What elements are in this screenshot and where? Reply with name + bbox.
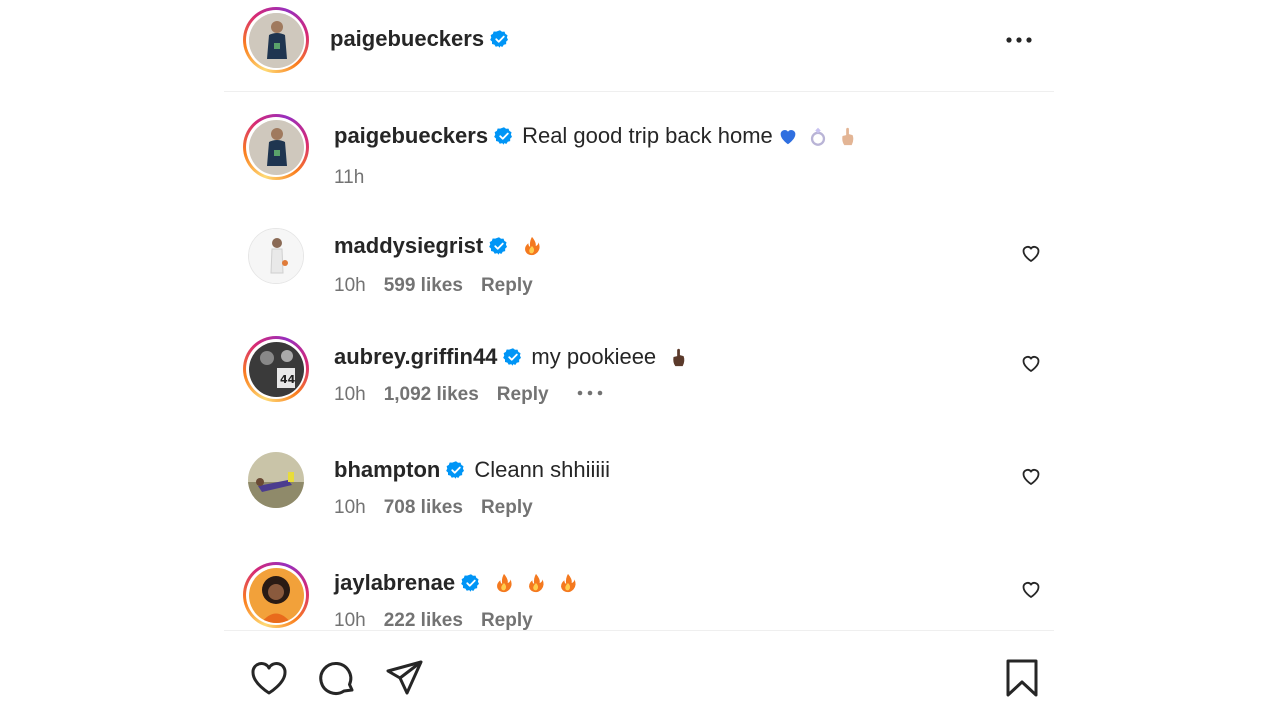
caption-username[interactable]: paigebueckers (334, 123, 488, 148)
comment-likes[interactable]: 222 likes (384, 610, 463, 630)
post-caption: paigebueckers Real good trip back home 11… (224, 114, 1054, 214)
comment-like-icon[interactable] (1019, 577, 1043, 601)
comment-likes[interactable]: 1,092 likes (384, 384, 479, 405)
comment-meta: 10h 1,092 likes Reply (334, 384, 605, 406)
user-avatar-icon (248, 452, 304, 508)
comment-username[interactable]: bhampton (334, 457, 440, 482)
commenter-avatar[interactable] (243, 562, 309, 628)
user-avatar-icon: 44 (248, 341, 304, 397)
commenter-avatar[interactable]: 44 (243, 336, 309, 402)
user-avatar-icon (248, 567, 304, 623)
post-header: paigebueckers (224, 0, 1054, 92)
verified-badge-icon (503, 348, 522, 366)
comments-scroll-area[interactable]: paigebueckers Real good trip back home 11… (224, 92, 1054, 630)
comment-icon[interactable] (316, 657, 358, 699)
crossed-fingers-emoji-icon (673, 348, 685, 367)
caption-time: 11h (334, 167, 365, 188)
fire-emoji-icon (525, 236, 540, 256)
reply-button[interactable]: Reply (481, 610, 533, 630)
comment-likes[interactable]: 708 likes (384, 497, 463, 518)
post-comments-panel: paigebueckers paigebueckers Real good tr… (224, 0, 1054, 721)
blue-heart-emoji-icon (780, 130, 796, 145)
verified-badge-icon (461, 574, 480, 592)
comment-meta: 10h 708 likes Reply (334, 497, 551, 519)
reply-button[interactable]: Reply (481, 275, 533, 296)
comment-meta: 10h 222 likes Reply (334, 610, 551, 630)
header-username[interactable]: paigebueckers (330, 26, 510, 52)
comment-meta: 10h 599 likes Reply (334, 275, 551, 297)
fire-emoji-icon (529, 573, 544, 593)
user-avatar-icon (249, 229, 303, 283)
crossed-fingers-emoji-icon (842, 127, 854, 146)
comment-like-icon[interactable] (1019, 464, 1043, 488)
header-avatar[interactable] (243, 7, 309, 73)
comment-text: Cleann shhiiiii (474, 457, 611, 482)
caption-text: Real good trip back home (522, 123, 773, 148)
comment-time: 10h (334, 275, 366, 296)
comment-item: maddysiegrist 10h 599 likes Reply (224, 227, 1054, 337)
comment-time: 10h (334, 384, 366, 405)
caption-meta: 11h (334, 167, 382, 189)
commenter-avatar[interactable] (248, 452, 304, 508)
ring-emoji-icon (810, 127, 825, 146)
caption-avatar[interactable] (243, 114, 309, 180)
save-icon[interactable] (1001, 657, 1043, 699)
verified-badge-icon (446, 461, 465, 479)
comment-item: 44 aubrey.griffin44 my pookieee 10h 1,092 … (224, 336, 1054, 446)
post-actions-bar (224, 630, 1054, 721)
comment-time: 10h (334, 610, 366, 630)
svg-text:44: 44 (280, 373, 296, 386)
comment-item: jaylabrenae 10h 222 likes Reply (224, 562, 1054, 630)
fire-emoji-icon (497, 573, 512, 593)
comment-username[interactable]: jaylabrenae (334, 570, 455, 595)
reply-button[interactable]: Reply (481, 497, 533, 518)
verified-badge-icon (494, 127, 513, 145)
comment-username[interactable]: aubrey.griffin44 (334, 344, 497, 369)
comment-username[interactable]: maddysiegrist (334, 233, 483, 258)
comment-item: bhampton Cleann shhiiiii 10h 708 likes Repl… (224, 449, 1054, 559)
reply-button[interactable]: Reply (497, 384, 549, 405)
share-icon[interactable] (384, 657, 426, 699)
more-options-icon[interactable] (1004, 28, 1034, 52)
commenter-avatar[interactable] (248, 228, 304, 284)
comment-like-icon[interactable] (1019, 351, 1043, 375)
comment-more-icon[interactable] (575, 389, 605, 397)
comment-text: my pookieee (531, 344, 657, 369)
user-avatar-icon (248, 12, 304, 68)
fire-emoji-icon (561, 573, 576, 593)
comment-time: 10h (334, 497, 366, 518)
comment-likes[interactable]: 599 likes (384, 275, 463, 296)
verified-badge-icon (489, 237, 508, 255)
like-icon[interactable] (248, 657, 290, 699)
user-avatar-icon (248, 119, 304, 175)
comment-like-icon[interactable] (1019, 241, 1043, 265)
verified-badge-icon (490, 30, 509, 48)
